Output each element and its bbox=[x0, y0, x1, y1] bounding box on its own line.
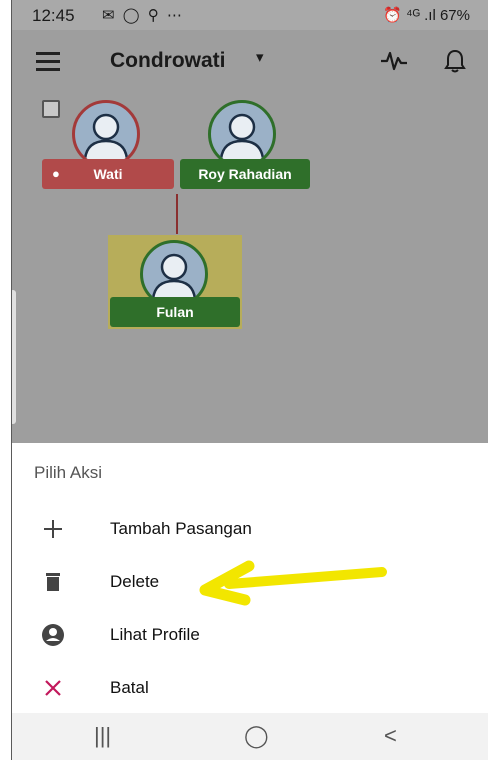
menu-icon[interactable] bbox=[36, 52, 60, 71]
notification-bell-icon[interactable] bbox=[444, 48, 466, 79]
avatar-wati[interactable] bbox=[72, 100, 140, 168]
person-name-wati: Wati bbox=[93, 166, 123, 182]
action-label: Tambah Pasangan bbox=[110, 519, 252, 538]
person-icon: ● bbox=[52, 166, 60, 181]
family-tree-canvas: ● Wati Roy Rahadian Fulan bbox=[12, 94, 488, 443]
recents-button[interactable]: ||| bbox=[94, 723, 111, 749]
chevron-down-icon[interactable]: ▾ bbox=[256, 48, 264, 66]
home-button[interactable]: ◯ bbox=[244, 723, 269, 749]
phone-frame: 12:45 ✉ ◯ ⚲ ⋯ ⏰ ⁴ᴳ .ıl 67% Condrowati ▾ … bbox=[11, 0, 488, 760]
action-batal[interactable]: Batal bbox=[12, 663, 488, 713]
tree-connector-line bbox=[176, 194, 178, 234]
trash-icon bbox=[40, 569, 66, 595]
status-bar: 12:45 ✉ ◯ ⚲ ⋯ ⏰ ⁴ᴳ .ıl 67% bbox=[12, 0, 488, 30]
side-drawer-handle[interactable] bbox=[12, 290, 16, 424]
action-label: Delete bbox=[110, 572, 160, 591]
status-notification-icons: ✉ ◯ ⚲ ⋯ bbox=[102, 7, 184, 24]
status-right-indicators: ⏰ ⁴ᴳ .ıl 67% bbox=[383, 7, 470, 24]
action-label: Batal bbox=[110, 678, 149, 697]
action-label: Lihat Profile bbox=[110, 625, 200, 644]
person-name-roy-rahadian: Roy Rahadian bbox=[198, 166, 292, 182]
person-tag-fulan[interactable]: Fulan bbox=[110, 297, 240, 327]
contact-card-icon[interactable] bbox=[42, 100, 60, 118]
family-title[interactable]: Condrowati bbox=[110, 49, 226, 73]
person-tag-roy-rahadian[interactable]: Roy Rahadian bbox=[180, 159, 310, 189]
avatar-roy-rahadian[interactable] bbox=[208, 100, 276, 168]
system-navigation-bar: ||| ◯ < bbox=[12, 713, 488, 760]
activity-pulse-icon[interactable] bbox=[380, 50, 408, 77]
action-lihat-profile[interactable]: Lihat Profile bbox=[12, 610, 488, 660]
plus-icon bbox=[40, 516, 66, 542]
person-name-fulan: Fulan bbox=[156, 304, 194, 320]
close-icon bbox=[40, 675, 66, 701]
status-time: 12:45 bbox=[32, 6, 75, 25]
action-tambah-pasangan[interactable]: Tambah Pasangan bbox=[12, 504, 488, 554]
account-circle-icon bbox=[40, 622, 66, 648]
yellow-arrow-annotation bbox=[187, 560, 397, 615]
app-bar: Condrowati ▾ bbox=[12, 30, 488, 94]
back-button[interactable]: < bbox=[384, 723, 397, 749]
person-tag-wati[interactable]: ● Wati bbox=[42, 159, 174, 189]
sheet-heading: Pilih Aksi bbox=[34, 463, 103, 482]
